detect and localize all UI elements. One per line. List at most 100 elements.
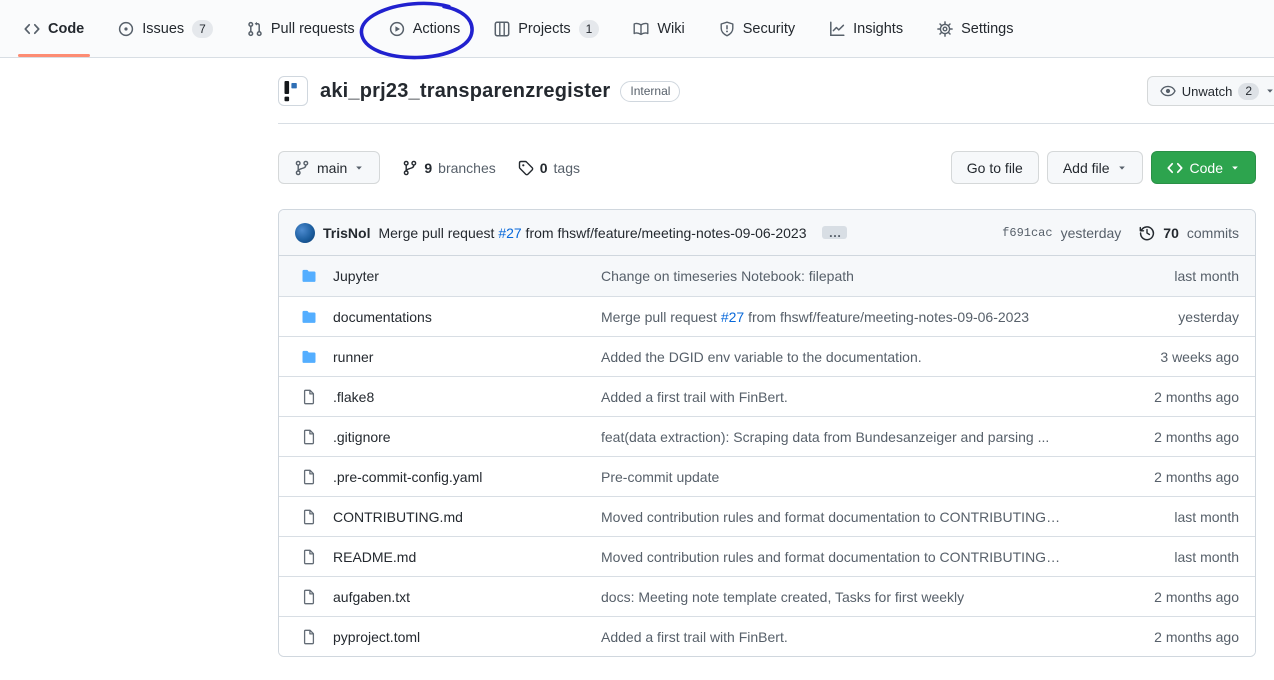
file-commit-date: yesterday: [1119, 309, 1239, 325]
go-to-file-button[interactable]: Go to file: [951, 151, 1039, 184]
file-name-link[interactable]: .pre-commit-config.yaml: [333, 469, 601, 485]
file-commit-message[interactable]: Moved contribution rules and format docu…: [601, 549, 1119, 565]
org-avatar-image: [279, 77, 307, 105]
commit-sha-link[interactable]: f691cac: [1002, 226, 1052, 240]
book-icon: [633, 21, 649, 37]
commit-message-text: Added a first trail with FinBert.: [601, 629, 788, 645]
file-commit-message[interactable]: feat(data extraction): Scraping data fro…: [601, 429, 1119, 445]
chevron-down-icon: [1117, 163, 1127, 173]
unwatch-label: Unwatch: [1182, 84, 1233, 99]
project-icon: [494, 21, 510, 37]
branches-count: 9: [424, 160, 432, 176]
table-row: .pre-commit-config.yaml Pre-commit updat…: [279, 456, 1255, 496]
file-list: Jupyter Change on timeseries Notebook: f…: [279, 256, 1255, 656]
tags-count: 0: [540, 160, 548, 176]
commit-message-text: feat(data extraction): Scraping data fro…: [601, 429, 1049, 445]
tab-settings[interactable]: Settings: [929, 0, 1021, 57]
repo-tab-nav: Code Issues 7 Pull requests Actions Proj…: [0, 0, 1274, 58]
folder-icon: [301, 268, 317, 284]
repo-main-content: aki_prj23_transparenzregister Internal U…: [278, 58, 1274, 657]
tag-icon: [518, 160, 534, 176]
graph-icon: [829, 21, 845, 37]
file-commit-message[interactable]: docs: Meeting note template created, Tas…: [601, 589, 1119, 605]
file-commit-date: 3 weeks ago: [1119, 349, 1239, 365]
commit-meta: f691cac yesterday 70 commits: [1002, 225, 1239, 241]
file-name-link[interactable]: documentations: [333, 309, 601, 325]
file-name-link[interactable]: Jupyter: [333, 268, 601, 284]
file-commit-message[interactable]: Pre-commit update: [601, 469, 1119, 485]
code-button-label: Code: [1190, 160, 1223, 176]
folder-icon: [301, 349, 317, 365]
commit-author-avatar[interactable]: [295, 223, 315, 243]
file-name-link[interactable]: CONTRIBUTING.md: [333, 509, 601, 525]
file-icon: [301, 629, 317, 645]
pr-number-link[interactable]: #27: [498, 225, 521, 241]
gear-icon: [937, 21, 953, 37]
commit-message-text: from fhswf/feature/meeting-notes-09-06-2…: [744, 309, 1029, 325]
tab-pull-requests[interactable]: Pull requests: [239, 0, 363, 57]
file-icon: [301, 509, 317, 525]
code-download-button[interactable]: Code: [1151, 151, 1256, 184]
table-row: runner Added the DGID env variable to th…: [279, 336, 1255, 376]
commit-message-expand-button[interactable]: …: [822, 226, 847, 239]
file-commit-date: last month: [1119, 268, 1239, 284]
commits-count[interactable]: 70: [1163, 225, 1179, 241]
file-name-link[interactable]: aufgaben.txt: [333, 589, 601, 605]
code-icon: [24, 21, 40, 37]
file-name-link[interactable]: runner: [333, 349, 601, 365]
commit-message-text: docs: Meeting note template created, Tas…: [601, 589, 964, 605]
file-commit-message[interactable]: Moved contribution rules and format docu…: [601, 509, 1119, 525]
commit-message-text: Pre-commit update: [601, 469, 719, 485]
file-commit-date: last month: [1119, 549, 1239, 565]
issue-icon: [118, 21, 134, 37]
commit-message-text: Merge pull request: [601, 309, 721, 325]
tab-label: Issues: [142, 21, 184, 37]
file-commit-date: last month: [1119, 509, 1239, 525]
file-name-link[interactable]: .gitignore: [333, 429, 601, 445]
shield-icon: [719, 21, 735, 37]
add-file-button[interactable]: Add file: [1047, 151, 1143, 184]
file-commit-message[interactable]: Added a first trail with FinBert.: [601, 389, 1119, 405]
visibility-badge: Internal: [620, 81, 680, 102]
file-commit-date: 2 months ago: [1119, 389, 1239, 405]
file-commit-message[interactable]: Added the DGID env variable to the docum…: [601, 349, 1119, 365]
tags-link[interactable]: 0 tags: [518, 160, 580, 176]
file-commit-date: 2 months ago: [1119, 429, 1239, 445]
page-title[interactable]: aki_prj23_transparenzregister: [320, 80, 610, 103]
commits-label[interactable]: commits: [1187, 225, 1239, 241]
tags-label: tags: [554, 160, 580, 176]
commit-author[interactable]: TrisNol: [323, 225, 370, 241]
file-commit-message[interactable]: Added a first trail with FinBert.: [601, 629, 1119, 645]
play-icon: [389, 21, 405, 37]
folder-icon: [301, 309, 317, 325]
file-name-link[interactable]: README.md: [333, 549, 601, 565]
pr-number-link[interactable]: #27: [721, 309, 744, 325]
tab-code[interactable]: Code: [16, 0, 92, 57]
file-commit-date: 2 months ago: [1119, 629, 1239, 645]
file-name-link[interactable]: pyproject.toml: [333, 629, 601, 645]
tab-wiki[interactable]: Wiki: [625, 0, 692, 57]
commit-message[interactable]: Merge pull request #27 from fhswf/featur…: [378, 225, 806, 241]
tab-counter-badge: 7: [192, 20, 213, 38]
file-name-link[interactable]: .flake8: [333, 389, 601, 405]
tab-projects[interactable]: Projects 1: [486, 0, 607, 57]
file-commit-message[interactable]: Merge pull request #27 from fhswf/featur…: [601, 309, 1119, 325]
git-branch-icon: [294, 160, 310, 176]
unwatch-button[interactable]: Unwatch 2: [1147, 76, 1274, 106]
branch-selector-button[interactable]: main: [278, 151, 380, 184]
file-icon: [301, 429, 317, 445]
tab-issues[interactable]: Issues 7: [110, 0, 221, 57]
commit-message-prefix: Merge pull request: [378, 225, 498, 241]
org-avatar[interactable]: [278, 76, 308, 106]
add-file-label: Add file: [1063, 160, 1110, 176]
tab-security[interactable]: Security: [711, 0, 803, 57]
tab-insights[interactable]: Insights: [821, 0, 911, 57]
eye-icon: [1160, 83, 1176, 99]
chevron-down-icon: [1265, 86, 1274, 96]
tab-label: Insights: [853, 21, 903, 37]
table-row: CONTRIBUTING.md Moved contribution rules…: [279, 496, 1255, 536]
branches-link[interactable]: 9 branches: [402, 160, 495, 176]
file-commit-message[interactable]: Change on timeseries Notebook: filepath: [601, 268, 1119, 284]
tab-actions[interactable]: Actions: [381, 0, 469, 57]
commit-message-text: Added a first trail with FinBert.: [601, 389, 788, 405]
